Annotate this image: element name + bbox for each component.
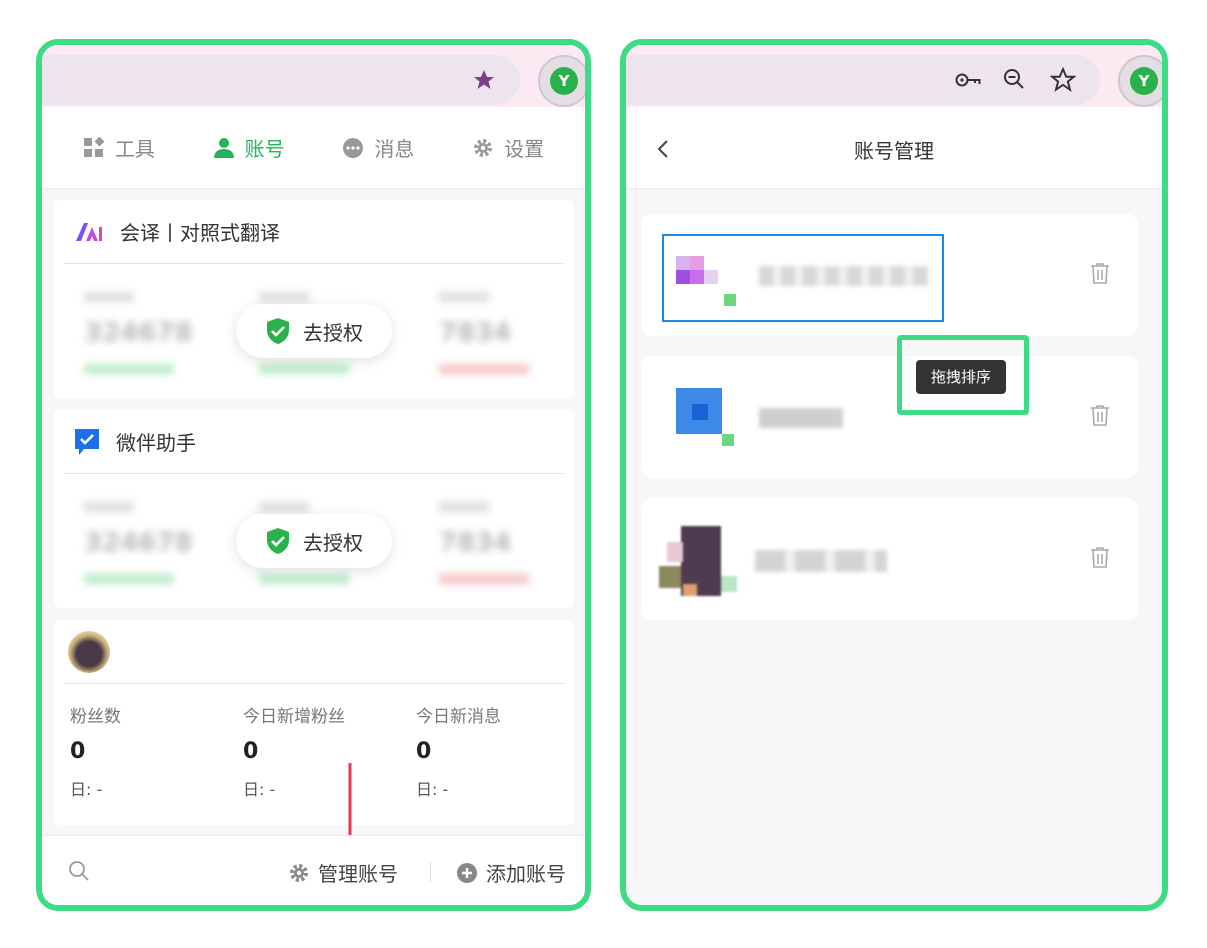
account-card: 微伴助手 324678 7834 去授权 [54,410,574,608]
stat-new-messages: 今日新消息 0 日: - [416,702,501,800]
account-name: 微伴助手 [116,431,196,455]
account-list-item[interactable] [641,356,1138,478]
account-name: 会译丨对照式翻译 [120,221,280,245]
gear-icon [474,138,493,157]
add-account-label: 添加账号 [486,862,566,886]
trash-icon[interactable] [1090,404,1110,426]
tooltip-highlight: 拖拽排序 [897,335,1029,415]
tab-messages-label: 消息 [374,137,415,161]
page-header: 账号管理 [626,107,1162,189]
stat-label: 粉丝数 [70,707,121,727]
page-title: 账号管理 [854,139,934,163]
stat-label: 今日新消息 [416,707,501,727]
avatar [68,630,110,673]
tab-accounts-label: 账号 [244,137,285,161]
tab-bar: 工具 账号 消息 设置 [42,107,585,189]
account-list-item[interactable] [641,214,1138,336]
stat-day: 日: - [416,780,449,799]
stat-new-followers: 今日新增粉丝 0 日: - [243,702,345,800]
user-icon [213,137,234,158]
tab-accounts[interactable]: 账号 [213,133,285,162]
chat-check-logo-icon [75,428,99,455]
shield-check-icon [267,528,289,554]
message-icon [343,137,364,158]
authorize-label: 去授权 [303,530,363,555]
authorize-button[interactable]: 去授权 [236,514,392,568]
trash-icon[interactable] [1090,546,1110,568]
footer-divider [430,862,431,882]
address-bar[interactable] [626,55,1100,105]
account-card-header: 微伴助手 [64,410,564,474]
authorize-button[interactable]: 去授权 [236,304,392,358]
grid-icon [83,136,105,157]
tab-settings-label: 设置 [504,137,545,161]
stat-value: 0 [70,739,86,764]
account-management-page: Y 账号管理 拖拽排序 [620,39,1168,911]
browser-toolbar: Y [626,45,1162,107]
avatar [676,388,736,448]
tab-settings[interactable]: 设置 [472,133,544,162]
browser-toolbar: Y [42,45,585,107]
add-account-button[interactable]: 添加账号 [456,858,566,887]
trash-icon[interactable] [1090,262,1110,284]
zoom-out-icon[interactable] [1002,67,1026,91]
extension-popup-accounts: Y 工具 账号 消息 设置 会译丨对照式翻译 324678 7834 去授权 微… [36,39,591,911]
gear-icon [290,863,308,882]
account-name-blurred [759,408,843,428]
bookmark-star-icon[interactable] [472,68,496,92]
stat-day: 日: - [243,780,276,799]
account-name-blurred [759,266,929,286]
stat-day: 日: - [70,780,103,799]
key-icon[interactable] [954,68,982,92]
tab-tools[interactable]: 工具 [83,133,155,162]
account-card-header [64,620,564,684]
account-card: 会译丨对照式翻译 324678 7834 去授权 [54,200,574,398]
account-name-blurred [755,550,887,572]
app-logo-icon [76,222,102,241]
tab-messages[interactable]: 消息 [342,133,414,162]
stat-value: 0 [243,739,259,764]
extension-icon[interactable]: Y [1118,55,1162,107]
search-icon[interactable] [68,860,90,882]
plus-circle-icon [457,862,477,883]
address-bar[interactable] [42,55,520,105]
manage-accounts-button[interactable]: 管理账号 [288,858,398,887]
drag-sort-tooltip: 拖拽排序 [916,360,1006,394]
avatar [659,526,743,596]
footer-bar: 管理账号 添加账号 [42,835,585,905]
extension-icon[interactable]: Y [538,55,585,107]
shield-check-icon [267,318,289,344]
stat-followers: 粉丝数 0 日: - [70,702,121,800]
stat-value: 0 [416,739,432,764]
tab-tools-label: 工具 [114,137,155,161]
stat-label: 今日新增粉丝 [243,707,345,727]
account-list-item[interactable] [641,498,1138,620]
bookmark-star-icon[interactable] [1050,67,1076,93]
account-card-header: 会译丨对照式翻译 [64,200,564,264]
manage-accounts-label: 管理账号 [318,862,398,886]
authorize-label: 去授权 [303,320,363,345]
account-card: 粉丝数 0 日: - 今日新增粉丝 0 日: - 今日新消息 0 日: - [54,620,574,825]
avatar [676,254,736,306]
